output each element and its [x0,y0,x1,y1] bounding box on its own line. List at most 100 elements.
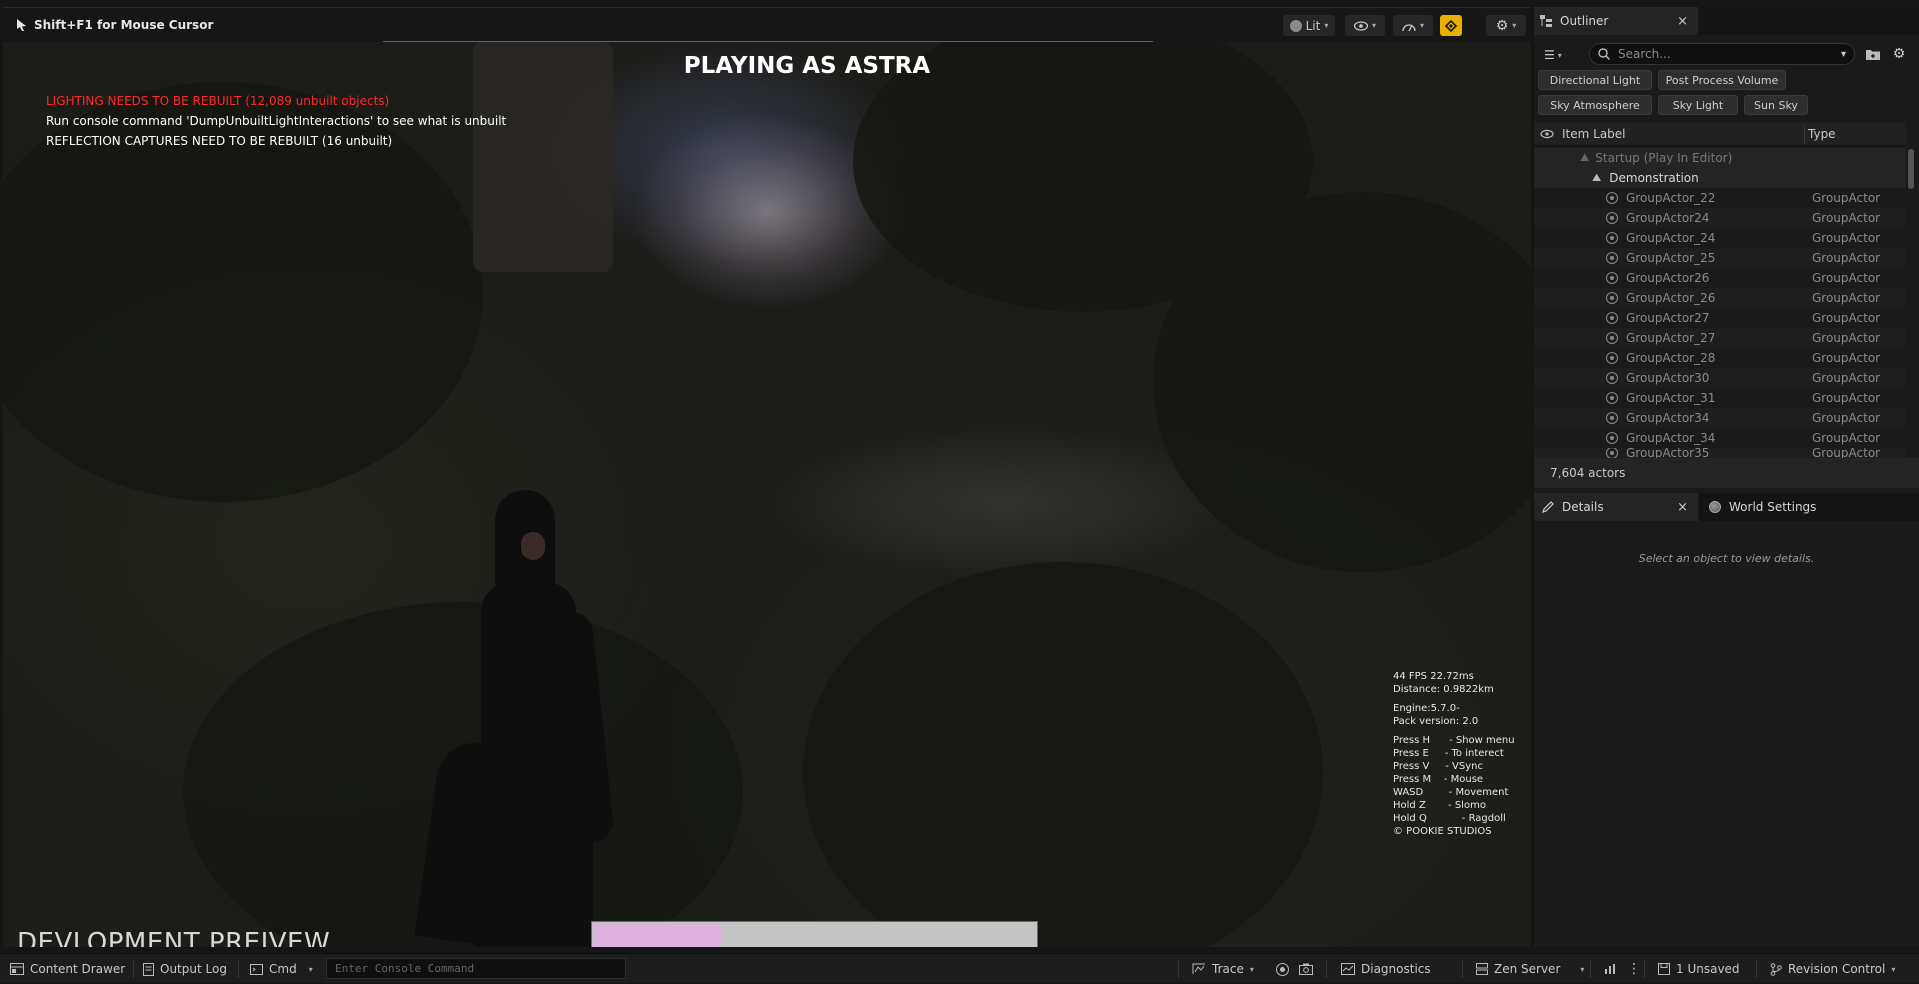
outliner-row[interactable]: GroupActor30 GroupActor [1534,368,1906,388]
group-actor-icon [1606,232,1618,244]
game-viewport[interactable]: Shift+F1 for Mouse Cursor Lit ▾ ▾ ▾ ⚙ ▾ … [3,7,1531,947]
cmd-dropdown[interactable]: Cmd ▾ [250,954,313,984]
outliner-row[interactable]: GroupActor27 GroupActor [1534,308,1906,328]
outliner-settings-button[interactable]: ⚙ [1890,44,1908,64]
column-type[interactable]: Type [1808,127,1836,141]
revision-control-dropdown[interactable]: Revision Control ▾ [1770,954,1895,984]
column-item-label[interactable]: Item Label [1562,127,1626,141]
group-actor-icon [1606,292,1618,304]
outliner-row[interactable]: GroupActor_28 GroupActor [1534,348,1906,368]
zen-server-dropdown[interactable]: Zen Server ▾ [1476,954,1584,984]
filter-sun-sky[interactable]: Sun Sky [1744,95,1808,115]
outliner-row[interactable]: GroupActor_25 GroupActor [1534,248,1906,268]
outliner-tab-label: Outliner [1560,14,1609,28]
filter-sky-light[interactable]: Sky Light [1658,95,1738,115]
output-log-button[interactable]: Output Log [143,954,227,984]
divider [1462,960,1463,978]
bars-icon [1605,964,1615,974]
pencil-icon [1542,501,1554,513]
row-type: GroupActor [1812,231,1881,245]
tree-row-demonstration[interactable]: ⛰ Demonstration [1534,168,1906,188]
row-label: GroupActor34 [1626,411,1710,425]
divider [1590,960,1591,978]
group-actor-icon [1606,252,1618,264]
eye-icon[interactable] [1540,129,1554,139]
outliner-row[interactable]: GroupActor_22 GroupActor [1534,188,1906,208]
outliner-row[interactable]: GroupActor34 GroupActor [1534,408,1906,428]
tab-world-settings[interactable]: World Settings [1699,493,1919,521]
chevron-down-icon[interactable]: ▾ [1841,49,1846,60]
outliner-search-input[interactable]: Search... ▾ [1589,43,1855,65]
key-hint: WASD - Movement [1393,787,1509,798]
row-type: GroupActor [1812,251,1881,265]
outliner-row[interactable]: GroupActor35 GroupActor [1534,448,1906,458]
outliner-row[interactable]: GroupActor_26 GroupActor [1534,288,1906,308]
copyright: © POOKIE STUDIOS [1393,826,1492,837]
outliner-row[interactable]: GroupActor_27 GroupActor [1534,328,1906,348]
zen-server-label: Zen Server [1494,962,1561,976]
bottom-status-bar: Content Drawer Output Log Cmd ▾ Enter Co… [0,953,1919,983]
save-icon [1658,963,1670,975]
diagnostics-button[interactable]: Diagnostics [1341,954,1431,984]
trace-label: Trace [1212,962,1244,976]
terminal-icon [250,963,263,975]
output-log-label: Output Log [160,962,227,976]
outliner-row[interactable]: GroupActor_34 GroupActor [1534,428,1906,448]
close-icon[interactable]: × [1677,14,1688,29]
camera-icon [1299,963,1313,975]
tree-row-startup[interactable]: ⛰ Startup (Play In Editor) [1534,148,1906,168]
filter-post-process-volume[interactable]: Post Process Volume [1658,70,1786,90]
stats-button[interactable] [1604,954,1616,984]
playing-as-title: PLAYING AS ASTRA [683,53,931,79]
unsaved-button[interactable]: 1 Unsaved [1658,954,1740,984]
key-hint: Hold Z - Slomo [1393,800,1486,811]
outliner-row[interactable]: GroupActor_24 GroupActor [1534,228,1906,248]
unsaved-label: 1 Unsaved [1676,962,1740,976]
details-tab-label: Details [1562,500,1604,514]
outliner-icon [1540,15,1552,27]
chevron-down-icon: ▾ [1557,50,1562,60]
realtime-button[interactable]: ▾ [1393,15,1433,36]
tab-outliner[interactable]: Outliner × [1534,7,1698,35]
chevron-down-icon: ▾ [1419,21,1424,30]
group-actor-icon [1606,272,1618,284]
outliner-row[interactable]: GroupActor26 GroupActor [1534,268,1906,288]
group-actor-icon [1606,448,1618,458]
row-type: GroupActor [1812,351,1881,365]
content-drawer-button[interactable]: Content Drawer [10,954,125,984]
tab-details[interactable]: Details × [1534,493,1698,521]
mouse-cursor-hint: Shift+F1 for Mouse Cursor [17,16,213,34]
close-icon[interactable]: × [1677,500,1688,515]
show-flags-button[interactable]: ▾ [1345,15,1385,36]
filter-button[interactable]: ☰ ▾ [1544,45,1578,65]
viewport-settings-button[interactable]: ⚙ ▾ [1486,15,1526,36]
game-stats-overlay: 44 FPS 22.72ms Distance: 0.9822km Engine… [1393,670,1515,838]
outliner-scrollbar[interactable] [1908,149,1914,189]
filter-icon: ☰ [1544,48,1555,62]
filter-directional-light[interactable]: Directional Light [1538,70,1652,90]
outliner-row[interactable]: GroupActor_31 GroupActor [1534,388,1906,408]
screenshot-button[interactable] [1299,954,1313,984]
console-input-placeholder: Enter Console Command [335,962,475,975]
content-drawer-icon [10,963,24,975]
tree-root-label: Startup (Play In Editor) [1595,151,1733,165]
pack-version: Pack version: 2.0 [1393,716,1479,727]
record-button[interactable] [1276,954,1289,984]
cmd-label: Cmd [269,962,297,976]
game-view-toggle[interactable] [1440,15,1462,36]
view-mode-button[interactable]: Lit ▾ [1283,15,1335,36]
trace-dropdown[interactable]: Trace ▾ [1192,954,1254,984]
chevron-down-icon: ▾ [1324,21,1329,30]
outliner-row[interactable]: GroupActor24 GroupActor [1534,208,1906,228]
key-hint: Press E - To interect [1393,748,1504,759]
group-actor-icon [1606,432,1618,444]
add-folder-button[interactable] [1864,45,1882,63]
game-scene[interactable] [3,42,1531,947]
filter-sky-atmosphere[interactable]: Sky Atmosphere [1538,95,1652,115]
reflection-rebuild-warning: REFLECTION CAPTURES NEED TO BE REBUILT (… [46,134,393,148]
eye-icon [1353,20,1368,31]
diagnostics-icon [1341,963,1355,975]
row-label: GroupActor_28 [1626,351,1716,365]
more-options-button[interactable]: ⋮ [1627,954,1641,984]
console-command-input[interactable]: Enter Console Command [326,958,626,979]
